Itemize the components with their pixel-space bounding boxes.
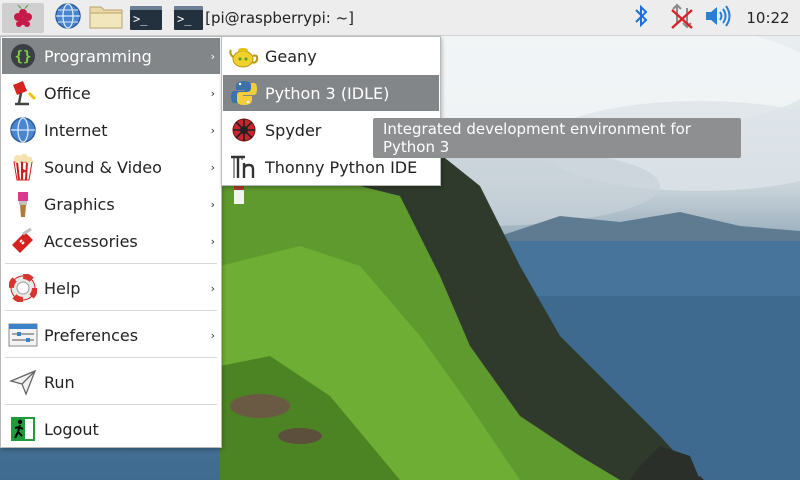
submenu-item-label: Geany [265,46,317,66]
menu-item-label: Graphics [44,194,115,214]
folder-icon [89,3,123,33]
terminal-icon: >_ [130,6,162,30]
menu-item-logout[interactable]: Logout [2,411,220,447]
file-manager-launcher[interactable] [88,3,124,33]
spyder-icon [228,115,260,145]
raspberry-pi-menu-button[interactable] [2,3,44,33]
menu-item-sound-video[interactable]: Sound & Video › [2,149,220,185]
menu-item-label: Preferences [44,325,139,345]
clock[interactable]: 10:22 [740,3,796,33]
taskbar-window-terminal[interactable]: >_ [pi@raspberrypi: ~] [174,3,354,33]
submenu-item-label: Spyder [265,120,322,140]
submenu-arrow-icon: › [210,86,215,100]
network-disconnected-icon [669,2,695,34]
thonny-icon [228,152,260,182]
internet-globe-icon [7,115,39,145]
run-paper-plane-icon [7,367,39,397]
logout-exit-icon [7,414,39,444]
submenu-item-label: Python 3 (IDLE) [265,83,390,103]
menu-item-label: Run [44,372,75,392]
preferences-sliders-icon [7,320,39,350]
menu-item-label: Accessories [44,231,138,251]
menu-item-label: Office [44,83,91,103]
sound-video-popcorn-icon [7,152,39,182]
bluetooth-status-button[interactable] [628,3,654,33]
submenu-arrow-icon: › [210,160,215,174]
globe-icon [54,2,82,34]
submenu-arrow-icon: › [210,234,215,248]
submenu-arrow-icon: › [210,49,215,63]
terminal-launcher[interactable]: >_ [128,3,164,33]
menu-item-office[interactable]: Office › [2,75,220,111]
tooltip: Integrated development environment for P… [373,118,741,158]
menu-item-internet[interactable]: Internet › [2,112,220,148]
menu-item-graphics[interactable]: Graphics › [2,186,220,222]
python-icon [228,78,260,108]
submenu-arrow-icon: › [210,328,215,342]
menu-item-programming[interactable]: {} Programming › [2,38,220,74]
programming-submenu: Geany Python 3 (IDLE) Spyder Thonny Pyth… [221,36,441,186]
web-browser-launcher[interactable] [52,3,84,33]
menu-item-run[interactable]: Run [2,364,220,400]
menu-item-preferences[interactable]: Preferences › [2,317,220,353]
submenu-arrow-icon: › [210,281,215,295]
menu-separator [5,310,217,311]
submenu-arrow-icon: › [210,197,215,211]
submenu-item-label: Thonny Python IDE [265,157,418,177]
submenu-item-python3-idle[interactable]: Python 3 (IDLE) [223,75,439,111]
submenu-arrow-icon: › [210,123,215,137]
application-menu: {} Programming › Office › Internet › Sou… [0,36,222,448]
terminal-icon: >_ [174,6,204,30]
network-status-button[interactable] [667,3,697,33]
menu-item-label: Help [44,278,81,298]
menu-item-label: Sound & Video [44,157,162,177]
bluetooth-icon [633,3,649,33]
menu-item-accessories[interactable]: Accessories › [2,223,220,259]
menu-item-help[interactable]: Help › [2,270,220,306]
accessories-knife-icon [7,226,39,256]
raspberry-pi-logo-icon [10,2,36,34]
menu-separator [5,357,217,358]
menu-separator [5,263,217,264]
svg-text:{}: {} [15,49,32,65]
geany-teapot-icon [228,41,260,71]
volume-button[interactable] [703,3,733,33]
programming-braces-icon: {} [7,41,39,71]
speaker-volume-icon [704,4,732,32]
submenu-item-geany[interactable]: Geany [223,38,439,74]
menu-item-label: Internet [44,120,108,140]
menu-separator [5,404,217,405]
menu-item-label: Logout [44,419,99,439]
office-lamp-icon [7,78,39,108]
top-panel: >_ >_ [pi@raspberrypi: ~] 10:22 [0,0,800,36]
taskbar-window-label: [pi@raspberrypi: ~] [205,9,354,27]
menu-item-label: Programming [44,46,152,66]
help-lifebuoy-icon [7,273,39,303]
graphics-brush-icon [7,189,39,219]
